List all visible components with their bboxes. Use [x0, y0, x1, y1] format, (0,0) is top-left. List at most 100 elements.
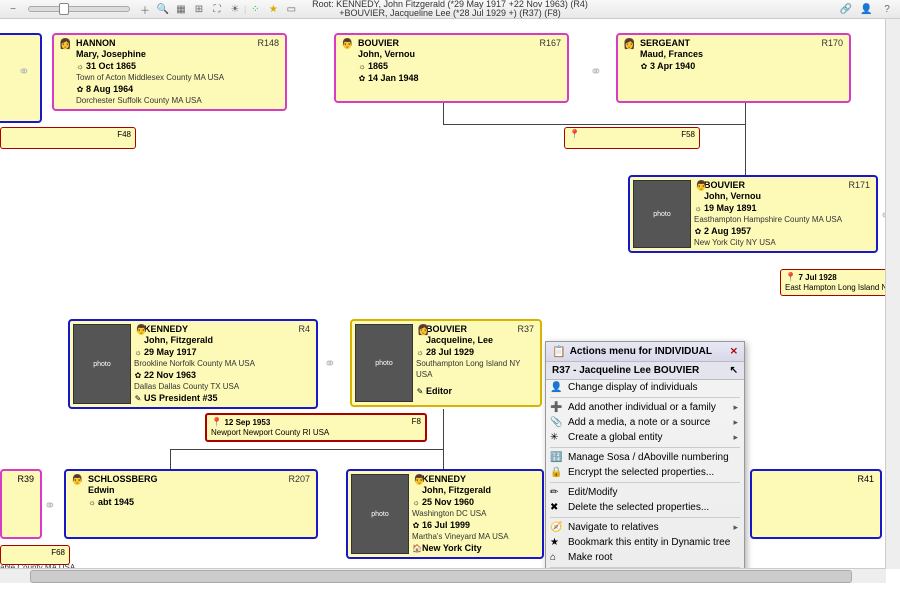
tree-icon[interactable]: ⊞: [192, 2, 206, 16]
menu-item-icon: 👤: [550, 382, 562, 393]
death-icon: ✿: [412, 520, 420, 531]
death-place: New York City NY USA: [694, 237, 870, 248]
given: John, Vernou: [694, 191, 870, 202]
birth-date: abt 1945: [98, 497, 134, 507]
link-icon[interactable]: 🔗: [839, 2, 853, 16]
tree-canvas[interactable]: nty MA USA 👩 R148 HANNON Mary, Josephine…: [0, 19, 900, 583]
toolbar: − ＋ 🔍 ▦ ⊞ ⛶ ☀ | ⁘ ★ ▭ Root: KENNEDY, Joh…: [0, 0, 900, 19]
male-icon: 👨: [341, 39, 353, 50]
card-schlossberg[interactable]: 👨 R207 SCHLOSSBERG Edwin ☼abt 1945: [64, 469, 318, 539]
menu-item[interactable]: ✖Delete the selected properties...: [546, 500, 744, 515]
female-icon: 👩: [417, 325, 429, 336]
context-menu: 📋 Actions menu for INDIVIDUAL ⨯ R37 - Ja…: [545, 341, 745, 583]
ref: F48: [117, 130, 131, 140]
surname: HANNON: [76, 38, 279, 49]
death-icon: ✿: [76, 84, 84, 95]
center-icon[interactable]: ⁘: [248, 2, 262, 16]
marriage-place: Newport Newport County RI USA: [211, 428, 329, 437]
menu-item-label: Edit/Modify: [568, 487, 617, 498]
menu-item[interactable]: ⌂ Make root: [546, 550, 744, 565]
photo: photo: [351, 474, 409, 554]
star-icon[interactable]: ★: [266, 2, 280, 16]
family-f68[interactable]: F68: [0, 545, 70, 565]
surname: SCHLOSSBERG: [88, 474, 310, 485]
death-icon: ✿: [134, 370, 142, 381]
ref: F68: [51, 548, 65, 558]
marriage-rings-icon: ⚭: [324, 355, 336, 372]
given: Edwin: [88, 485, 310, 496]
menu-item[interactable]: ✏ Edit/Modify: [546, 485, 744, 500]
grid-icon[interactable]: ▦: [174, 2, 188, 16]
menu-item-icon: ✏: [550, 487, 558, 498]
overview-icon[interactable]: ▭: [284, 2, 298, 16]
menu-item[interactable]: 📎Add a media, a note or a source▸: [546, 415, 744, 430]
stub-r39[interactable]: R39: [0, 469, 42, 539]
horizontal-scrollbar[interactable]: [0, 568, 886, 583]
male-icon: 👨: [71, 475, 83, 486]
vertical-scrollbar[interactable]: [885, 19, 900, 569]
card-jfk-jr[interactable]: photo 👨 KENNEDY John, Fitzgerald ☼25 Nov…: [346, 469, 544, 559]
menu-item[interactable]: ➕Add another individual or a family▸: [546, 400, 744, 415]
surname: BOUVIER: [694, 180, 870, 191]
card-sergeant[interactable]: 👩 R170 SERGEANT Maud, Frances ✿3 Apr 194…: [616, 33, 851, 103]
menu-item-label: Make root: [568, 552, 612, 563]
photo: photo: [355, 324, 413, 402]
marriage-rings-icon: ⚭: [590, 63, 602, 80]
note-icon: ✎: [134, 393, 142, 404]
family-f78[interactable]: 📍 7 Jul 1928 East Hampton Long Island NY…: [780, 269, 900, 296]
stub-r41[interactable]: R41: [750, 469, 882, 539]
ref: R170: [821, 38, 843, 49]
editor-icon: ✎: [416, 386, 424, 397]
birth-place: Southampton Long Island NY USA: [416, 358, 534, 380]
family-f58[interactable]: F58 📍: [564, 127, 700, 149]
marriage-rings-icon: ⚭: [44, 497, 56, 514]
menu-item-icon: ✳: [550, 432, 558, 443]
death-date: 14 Jan 1948: [368, 73, 419, 83]
menu-item[interactable]: 👤Change display of individuals: [546, 380, 744, 395]
menu-separator: [550, 482, 740, 483]
photo: photo: [633, 180, 691, 248]
photo: photo: [73, 324, 131, 404]
menu-item-icon: ⌂: [550, 552, 556, 563]
death-icon: ✿: [694, 226, 702, 237]
menu-item-label: Add another individual or a family: [568, 402, 716, 413]
help-icon[interactable]: ?: [880, 2, 894, 16]
menu-item[interactable]: 🔒Encrypt the selected properties...: [546, 465, 744, 480]
menu-item[interactable]: ✳Create a global entity▸: [546, 430, 744, 445]
ref: R207: [288, 474, 310, 485]
card-hannon[interactable]: 👩 R148 HANNON Mary, Josephine ☼31 Oct 18…: [52, 33, 287, 111]
zoom-slider[interactable]: [28, 6, 130, 12]
user-icon[interactable]: 👤: [859, 2, 873, 16]
death-place: Dorchester Suffolk County MA USA: [76, 95, 279, 106]
menu-item[interactable]: ★Bookmark this entity in Dynamic tree: [546, 535, 744, 550]
zoom-out-icon[interactable]: −: [6, 2, 20, 16]
menu-item-icon: ✖: [550, 502, 558, 513]
person-icon[interactable]: ☀: [228, 2, 242, 16]
menu-separator: [550, 447, 740, 448]
close-icon[interactable]: ⨯: [730, 346, 738, 357]
family-f8[interactable]: F8 📍 12 Sep 1953 Newport Newport County …: [205, 413, 427, 442]
surname: BOUVIER: [358, 38, 561, 49]
card-bouvier-grandfather[interactable]: 👨 R167 BOUVIER John, Vernou ☼1865 ✿14 Ja…: [334, 33, 569, 103]
birth-date: 29 May 1917: [144, 347, 197, 357]
editor-label: Editor: [426, 386, 452, 396]
menu-item-label: Create a global entity: [568, 432, 663, 443]
card-jfk[interactable]: photo 👨 R4 KENNEDY John, Fitzgerald ☼29 …: [68, 319, 318, 409]
zoom-in-icon[interactable]: ＋: [138, 2, 152, 16]
family-f48[interactable]: F48: [0, 127, 136, 149]
menu-item[interactable]: 🔢Manage Sosa / dAboville numbering: [546, 450, 744, 465]
search-icon[interactable]: 🔍: [156, 2, 170, 16]
male-icon: 👨: [413, 475, 425, 486]
menu-separator: [550, 397, 740, 398]
menu-item[interactable]: 🧭Navigate to relatives▸: [546, 520, 744, 535]
menu-icon: 📋: [552, 345, 566, 358]
menu-item-icon: ➕: [550, 402, 562, 413]
menu-item-label: Navigate to relatives: [568, 522, 659, 533]
menu-item-label: Add a media, a note or a source: [568, 417, 710, 428]
card-bouvier-father[interactable]: photo 👨 R171 BOUVIER John, Vernou ☼19 Ma…: [628, 175, 878, 253]
expand-icon[interactable]: ⛶: [210, 2, 224, 16]
card-jackie[interactable]: photo 👩 R37 BOUVIER Jacqueline, Lee ☼28 …: [350, 319, 542, 407]
ref: F58: [681, 130, 695, 140]
title-line2: +BOUVIER, Jacqueline Lee (*28 Jul 1929 +…: [312, 9, 588, 18]
given: Maud, Frances: [640, 49, 843, 60]
